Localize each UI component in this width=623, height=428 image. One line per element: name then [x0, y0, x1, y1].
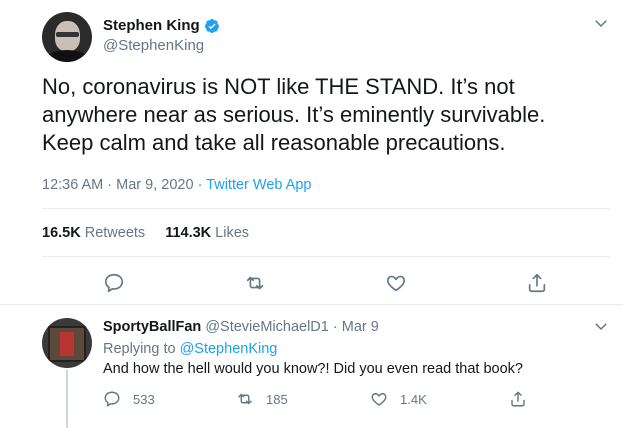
reply-share-button[interactable] — [509, 390, 539, 408]
share-icon — [528, 273, 546, 293]
reply-button[interactable] — [103, 272, 125, 294]
retweet-icon — [238, 393, 252, 405]
likes-label: Likes — [211, 225, 250, 241]
divider — [42, 208, 610, 209]
tweet-metadata: 12:36 AM · Mar 9, 2020 · Twitter Web App — [42, 177, 311, 193]
replying-to-label: Replying to — [103, 341, 180, 357]
heart-icon — [371, 393, 387, 406]
reply-like-count: 1.4K — [400, 391, 427, 407]
reply-separator: · — [328, 319, 342, 335]
divider — [42, 256, 610, 257]
reply-avatar[interactable] — [42, 318, 92, 368]
reply-avatar-figure — [60, 332, 74, 356]
tweet-date[interactable]: Mar 9, 2020 — [116, 177, 193, 193]
reply-retweet-count: 185 — [266, 391, 288, 407]
avatar-glasses — [56, 32, 79, 37]
replying-to: Replying to @StephenKing — [103, 341, 277, 357]
chevron-down-icon[interactable] — [592, 14, 610, 32]
author-handle[interactable]: @StephenKing — [103, 37, 204, 54]
reply-display-name[interactable]: SportyBallFan — [103, 319, 201, 335]
like-button[interactable] — [385, 272, 407, 294]
avatar[interactable] — [42, 12, 92, 62]
heart-icon — [386, 275, 406, 292]
tweet-time[interactable]: 12:36 AM — [42, 177, 103, 193]
author-name-row: Stephen King — [103, 17, 220, 34]
likes-stat[interactable]: 114.3K Likes — [165, 225, 249, 241]
tweet-source-link[interactable]: Twitter Web App — [206, 177, 311, 193]
thread-line — [66, 370, 68, 428]
reply-like-button[interactable]: 1.4K — [370, 390, 427, 408]
reply-icon — [104, 273, 124, 293]
verified-badge-icon — [204, 18, 219, 33]
reply-icon — [104, 391, 120, 407]
retweets-stat[interactable]: 16.5K Retweets — [42, 225, 145, 241]
meta-separator: · — [103, 177, 117, 193]
chevron-down-icon[interactable] — [592, 317, 610, 335]
tweet-text: No, coronavirus is NOT like THE STAND. I… — [42, 74, 546, 155]
reply-text: And how the hell would you know?! Did yo… — [103, 361, 523, 377]
reply-date[interactable]: Mar 9 — [342, 319, 379, 335]
author-display-name[interactable]: Stephen King — [103, 17, 200, 34]
likes-count: 114.3K — [165, 225, 212, 241]
retweets-label: Retweets — [80, 225, 146, 241]
retweet-button[interactable] — [244, 272, 266, 294]
reply-reply-button[interactable]: 533 — [103, 390, 155, 408]
meta-separator: · — [193, 177, 207, 193]
retweets-count: 16.5K — [42, 225, 81, 241]
retweet-icon — [246, 276, 264, 290]
replying-to-mention[interactable]: @StephenKing — [180, 341, 278, 357]
avatar-shirt — [45, 50, 89, 62]
reply-header: SportyBallFan @StevieMichaelD1 · Mar 9 — [103, 319, 379, 335]
share-button[interactable] — [526, 272, 548, 294]
reply-count: 533 — [133, 391, 155, 407]
reply-handle[interactable]: @StevieMichaelD1 — [201, 319, 329, 335]
main-tweet[interactable]: Stephen King @StephenKing No, coronaviru… — [0, 0, 623, 305]
tweet-stats: 16.5K Retweets 114.3K Likes — [42, 225, 269, 241]
share-icon — [511, 391, 525, 407]
reply-retweet-button[interactable]: 185 — [236, 390, 288, 408]
